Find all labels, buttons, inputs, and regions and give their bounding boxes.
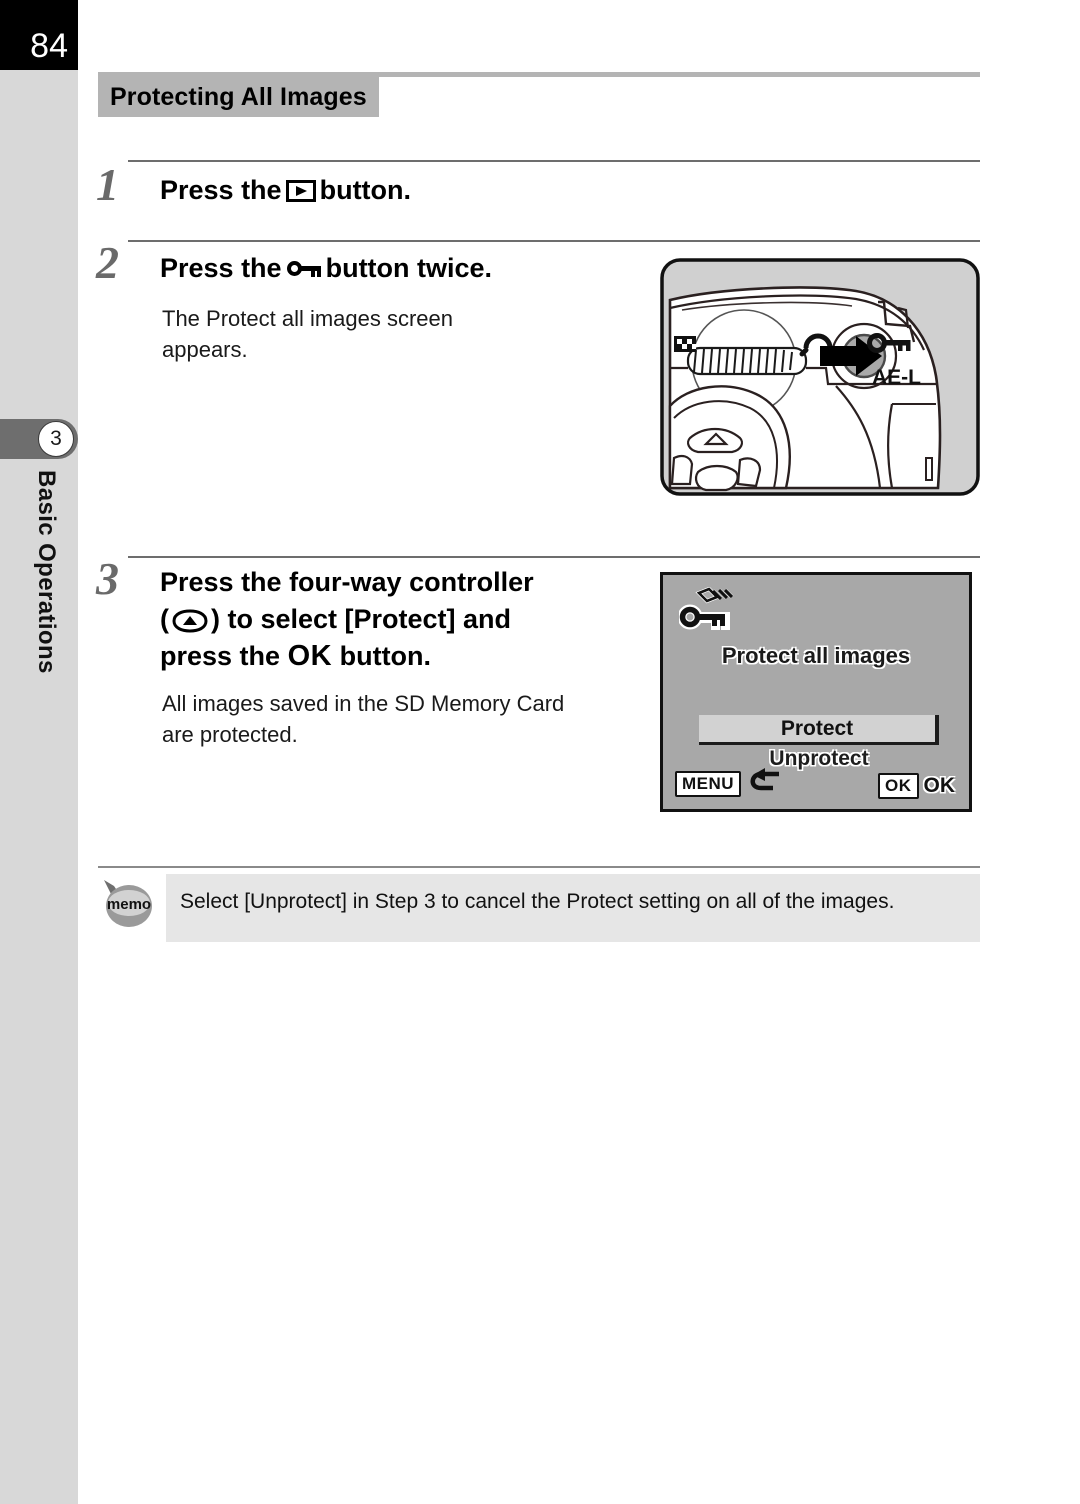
step-3-heading-line3-before: press the	[160, 641, 281, 671]
checkerboard-index-icon	[674, 336, 696, 352]
section-title-box: Protecting All Images	[98, 77, 379, 117]
ok-label: OK	[923, 774, 956, 797]
ok-button-icon: OK	[287, 640, 333, 672]
step-3-heading-line3-after: button.	[339, 641, 432, 671]
step-3-heading-line2-before: (	[160, 604, 169, 634]
lcd-option-protect[interactable]: Protect	[699, 715, 939, 745]
memo-rule	[98, 866, 980, 868]
lcd-title: Protect all images	[721, 643, 911, 668]
step-3-heading-line2-after: ) to select [Protect] and	[211, 604, 512, 634]
svg-text:memo: memo	[107, 896, 151, 913]
step-1-rule	[128, 160, 980, 162]
page-number: 84	[30, 27, 68, 65]
step-2-rule	[128, 240, 980, 242]
playback-button-icon	[285, 180, 316, 202]
step-2-number: 2	[96, 237, 119, 288]
svg-text:AE-L: AE-L	[872, 366, 921, 389]
ok-key-cap[interactable]: OK	[878, 773, 919, 799]
memo-text: Select [Unprotect] in Step 3 to cancel t…	[180, 890, 895, 913]
menu-key-cap[interactable]: MENU	[675, 770, 742, 797]
protect-all-images-icon	[677, 586, 737, 635]
step-1-heading-after: button.	[319, 175, 412, 205]
lcd-screen-illustration: Protect all images Protect Unprotect MEN…	[660, 572, 972, 812]
step-3-heading-line1: Press the four-way controller	[160, 567, 534, 597]
lcd-footer-menu: MENU	[675, 768, 781, 799]
back-arrow-icon	[745, 768, 781, 799]
step-1-number: 1	[96, 159, 119, 210]
step-2-heading-before: Press the	[160, 253, 282, 283]
protect-key-icon	[286, 259, 321, 279]
step-2-heading-after: button twice.	[325, 253, 493, 283]
chapter-number-badge: 3	[38, 421, 74, 457]
step-3-heading: Press the four-way controller ( ) to sel…	[160, 564, 630, 675]
step-3-number: 3	[96, 553, 119, 604]
page-title: Protecting All Images	[110, 82, 367, 111]
step-3-rule	[128, 556, 980, 558]
step-3-body: All images saved in the SD Memory Card a…	[162, 691, 565, 747]
memo-icon: memo	[98, 876, 158, 932]
memo-box: Select [Unprotect] in Step 3 to cancel t…	[166, 874, 980, 942]
step-2-body: The Protect all images screen appears.	[162, 306, 454, 362]
step-1-heading-before: Press the	[160, 175, 282, 205]
step-1-heading: Press the button.	[160, 172, 640, 209]
page-number-box: 84	[0, 0, 78, 70]
chapter-label: Basic Operations	[33, 470, 60, 674]
camera-illustration: AE-L	[660, 258, 980, 496]
lcd-footer-ok: OK OK	[878, 773, 955, 799]
step-2-heading: Press the button twice.	[160, 250, 640, 287]
four-way-controller-up-icon	[170, 609, 210, 633]
